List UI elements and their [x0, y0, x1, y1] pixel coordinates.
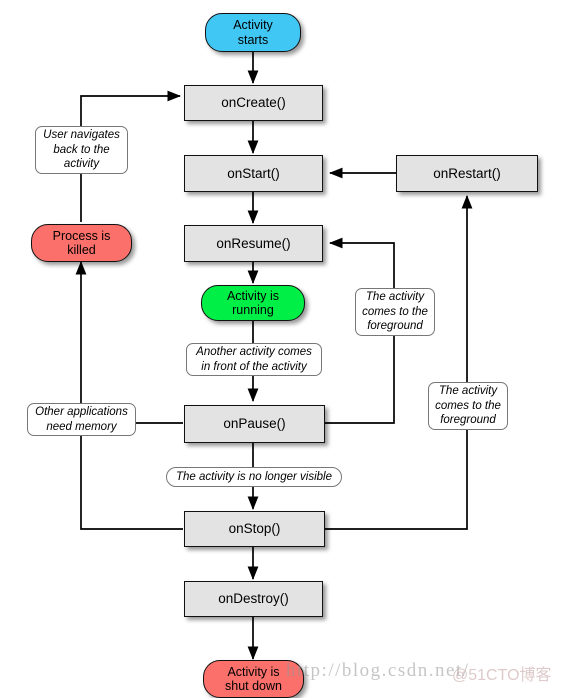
annotation-foreground-to-restart: The activity comes to the foreground — [428, 382, 508, 430]
annotation-foreground-to-restart-l2: comes to the — [435, 399, 501, 412]
edge-onstop-to-onrestart — [325, 194, 473, 530]
annotation-foreground-to-resume: The activity comes to the foreground — [355, 288, 435, 336]
annotation-other-apps-need-memory-l2: need memory — [46, 420, 117, 433]
annotation-user-navigates-back-l1: User navigates — [43, 129, 120, 142]
node-oncreate-label: onCreate() — [221, 95, 286, 111]
node-onstop-label: onStop() — [228, 521, 281, 537]
node-process-killed-line1: Process is — [52, 228, 111, 243]
activity-lifecycle-diagram: Activity starts onCreate() onStart() onR… — [0, 0, 568, 698]
node-onstart[interactable]: onStart() — [184, 155, 323, 192]
node-onrestart-label: onRestart() — [433, 165, 501, 181]
node-onrestart[interactable]: onRestart() — [396, 155, 538, 192]
annotation-foreground-to-resume-l1: The activity — [365, 291, 425, 304]
node-ondestroy-label: onDestroy() — [218, 591, 289, 607]
node-process-killed[interactable]: Process is killed — [31, 224, 132, 262]
node-activity-starts-line1: Activity — [233, 18, 273, 33]
node-oncreate[interactable]: onCreate() — [184, 85, 323, 121]
annotation-other-apps-need-memory-l1: Other applications — [35, 406, 128, 419]
node-onresume[interactable]: onResume() — [184, 225, 323, 262]
annotation-user-navigates-back: User navigates back to the activity — [35, 126, 128, 174]
node-activity-shutdown-line2: shut down — [225, 679, 282, 693]
annotation-another-activity-l1: Another activity comes — [196, 346, 312, 359]
edge-to-process-killed — [75, 260, 183, 530]
node-activity-shutdown-line1: Activity is — [227, 664, 280, 679]
annotation-another-activity-l2: in front of the activity — [201, 360, 307, 373]
annotation-foreground-to-resume-l2: comes to the — [362, 305, 428, 318]
node-onpause-label: onPause() — [223, 416, 286, 432]
annotation-another-activity: Another activity comes in front of the a… — [186, 343, 322, 376]
annotation-other-apps-need-memory: Other applications need memory — [27, 403, 136, 436]
node-activity-shutdown[interactable]: Activity is shut down — [203, 660, 304, 698]
annotation-foreground-to-restart-l1: The activity — [438, 385, 498, 398]
annotation-foreground-to-restart-l3: foreground — [440, 414, 496, 427]
node-activity-running-line1: Activity is — [226, 288, 280, 303]
annotation-no-longer-visible-label: The activity is no longer visible — [176, 470, 332, 483]
annotation-no-longer-visible: The activity is no longer visible — [166, 467, 342, 487]
annotation-foreground-to-resume-l3: foreground — [367, 320, 423, 333]
annotation-user-navigates-back-l3: activity — [63, 158, 100, 171]
annotation-user-navigates-back-l2: back to the — [53, 143, 110, 156]
node-onresume-label: onResume() — [216, 235, 291, 251]
node-activity-starts-line2: starts — [237, 32, 269, 47]
node-activity-starts[interactable]: Activity starts — [205, 13, 301, 52]
node-process-killed-line2: killed — [67, 243, 96, 257]
node-activity-running[interactable]: Activity is running — [201, 285, 305, 321]
node-activity-running-line2: running — [232, 303, 274, 317]
node-ondestroy[interactable]: onDestroy() — [184, 581, 323, 617]
node-onpause[interactable]: onPause() — [184, 405, 325, 443]
node-onstart-label: onStart() — [227, 165, 280, 181]
node-onstop[interactable]: onStop() — [184, 511, 325, 547]
